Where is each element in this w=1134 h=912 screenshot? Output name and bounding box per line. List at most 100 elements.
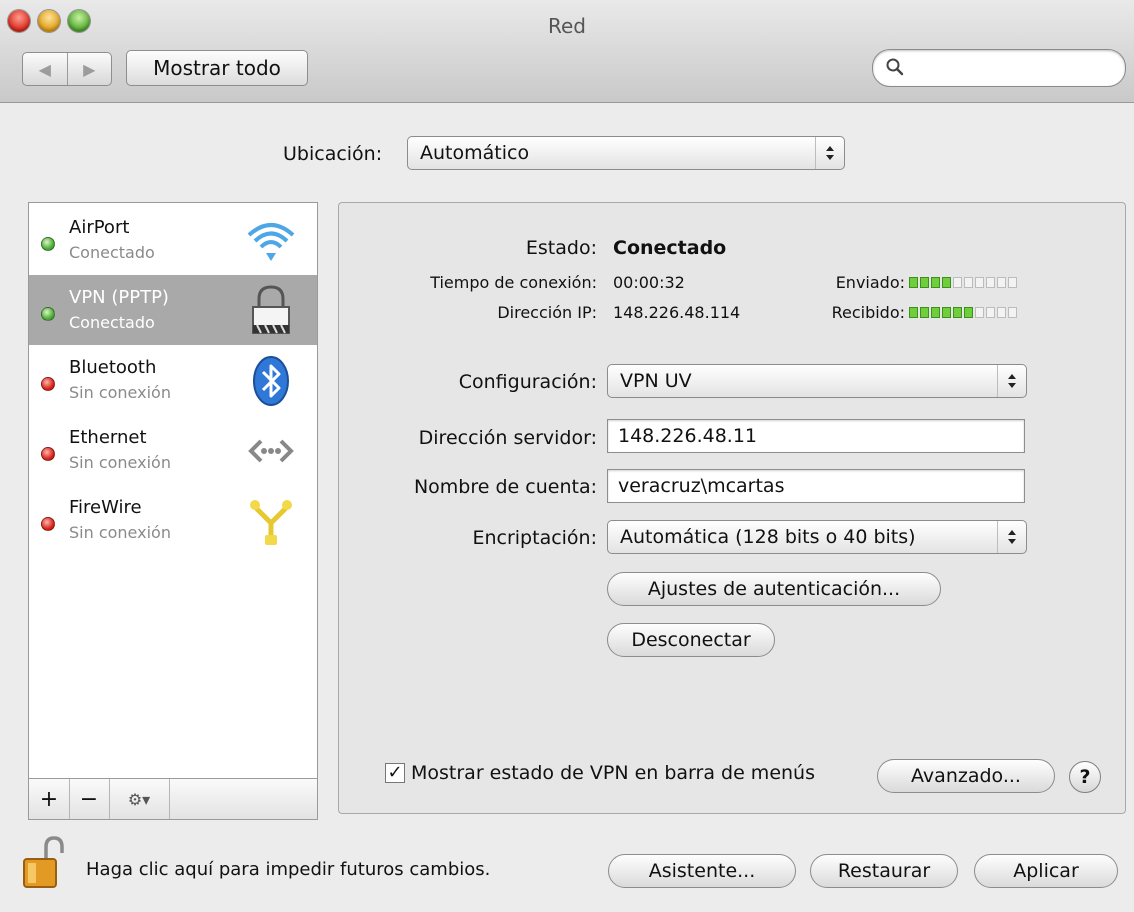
service-name: Bluetooth [69,357,157,378]
meter-segment [986,307,995,318]
bluetooth-icon [253,356,289,406]
updown-arrows-icon [815,137,844,169]
service-status: Sin conexión [69,523,171,542]
configuration-value: VPN UV [620,370,692,392]
checkmark-icon: ✓ [387,762,403,783]
unlocked-padlock-icon[interactable] [22,835,68,891]
service-list: AirPort Conectado VPN (PPTP) Conectado B… [28,202,318,820]
meter-segment [1008,277,1017,288]
encryption-label: Encriptación: [472,527,597,549]
encryption-value: Automática (128 bits o 40 bits) [620,526,916,548]
status-indicator [41,377,55,391]
show-all-button[interactable]: Mostrar todo [126,50,308,86]
connection-time-label: Tiempo de conexión: [430,273,597,292]
meter-segment [942,307,951,318]
show-vpn-status-checkbox[interactable]: ✓ [385,763,405,783]
help-button[interactable]: ? [1069,761,1101,793]
wifi-icon [247,223,295,261]
search-icon [886,58,904,76]
meter-segment [920,307,929,318]
firewire-icon [250,500,292,545]
server-address-label: Dirección servidor: [418,427,597,449]
meter-segment [964,277,973,288]
back-button[interactable]: ◀ [23,53,68,85]
received-label: Recibido: [831,303,905,322]
service-status: Conectado [69,243,155,262]
service-name: AirPort [69,217,130,238]
meter-segment [986,277,995,288]
meter-segment [997,277,1006,288]
assistant-button[interactable]: Asistente... [608,854,796,888]
encryption-select[interactable]: Automática (128 bits o 40 bits) [607,520,1027,554]
status-indicator [41,517,55,531]
window-title: Red [548,14,586,38]
status-value: Conectado [613,237,727,259]
configuration-select[interactable]: VPN UV [607,364,1027,398]
meter-segment [942,277,951,288]
gear-icon: ⚙▾ [127,789,151,809]
revert-button[interactable]: Restaurar [810,854,958,888]
add-service-button[interactable]: + [29,779,70,819]
service-name: FireWire [69,497,142,518]
service-item-bluetooth[interactable]: Bluetooth Sin conexión [29,345,317,415]
disconnect-button[interactable]: Desconectar [607,623,775,657]
advanced-button[interactable]: Avanzado... [877,759,1055,793]
ethernet-icon [248,439,294,463]
ip-address-label: Dirección IP: [497,303,597,322]
meter-segment [997,307,1006,318]
back-arrow-icon: ◀ [38,59,51,79]
updown-arrows-icon [997,521,1026,553]
service-item-ethernet[interactable]: Ethernet Sin conexión [29,415,317,485]
status-indicator [41,307,55,321]
title-bar: Red ◀ ▶ Mostrar todo [0,0,1134,103]
sent-label: Enviado: [835,273,905,292]
meter-segment [909,307,918,318]
location-select[interactable]: Automático [407,136,845,170]
location-value: Automático [420,142,530,164]
service-name: Ethernet [69,427,147,448]
configuration-label: Configuración: [458,371,597,393]
connection-time-value: 00:00:32 [613,273,685,292]
meter-segment [953,307,962,318]
status-indicator [41,447,55,461]
lock-icon [252,285,290,334]
status-indicator [41,237,55,251]
location-label: Ubicación: [283,143,383,165]
server-address-field[interactable]: 148.226.48.11 [607,419,1025,453]
meter-segment [953,277,962,288]
meter-segment [909,277,918,288]
network-preferences-window: Red ◀ ▶ Mostrar todo Ubicación: Automáti… [0,0,1134,912]
lock-hint-text: Haga clic aquí para impedir futuros camb… [86,859,491,880]
meter-segment [931,277,940,288]
meter-segment [1008,307,1017,318]
forward-arrow-icon: ▶ [83,59,96,79]
meter-segment [975,307,984,318]
service-list-toolbar: + − ⚙▾ [29,778,317,819]
account-name-field[interactable]: veracruz\mcartas [607,469,1025,503]
meter-segment [931,307,940,318]
account-name-label: Nombre de cuenta: [413,476,597,498]
apply-button[interactable]: Aplicar [974,854,1118,888]
gear-menu-button[interactable]: ⚙▾ [109,779,170,819]
updown-arrows-icon [997,365,1026,397]
received-activity-meter [909,307,1017,318]
ip-address-value: 148.226.48.114 [613,303,741,322]
service-item-airport[interactable]: AirPort Conectado [29,205,317,275]
show-vpn-status-label: Mostrar estado de VPN en barra de menús [411,762,815,784]
back-forward-control: ◀ ▶ [22,52,112,86]
sent-activity-meter [909,277,1017,288]
service-status: Sin conexión [69,383,171,402]
service-item-vpn[interactable]: VPN (PPTP) Conectado [29,275,317,345]
vpn-detail-panel: Estado: Conectado Tiempo de conexión: 00… [338,202,1126,814]
service-name: VPN (PPTP) [69,287,169,308]
status-label: Estado: [525,237,597,259]
remove-service-button[interactable]: − [69,779,110,819]
service-status: Conectado [69,313,155,332]
authentication-settings-button[interactable]: Ajustes de autenticación... [607,572,941,606]
search-field[interactable] [872,49,1126,87]
forward-button[interactable]: ▶ [68,53,112,85]
service-status: Sin conexión [69,453,171,472]
service-item-firewire[interactable]: FireWire Sin conexión [29,485,317,555]
meter-segment [975,277,984,288]
meter-segment [964,307,973,318]
